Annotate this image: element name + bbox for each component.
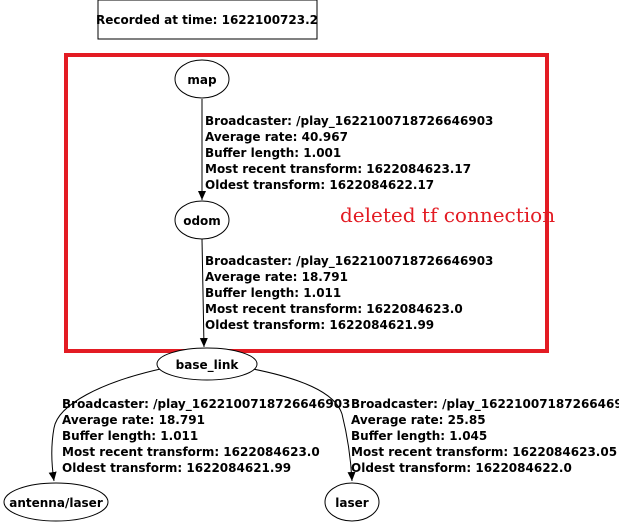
tf-tree-diagram: Recorded at time: 1622100723.2 deleted t…: [3, 0, 619, 522]
buffer-length-text: Buffer length: 1.045: [351, 429, 487, 443]
frame-node-antenna-laser[interactable]: antenna/laser: [3, 482, 109, 522]
average-rate-text: Average rate: 25.85: [351, 413, 486, 427]
deleted-connection-label: deleted tf connection: [340, 203, 555, 227]
most-recent-transform-text: Most recent transform: 1622084623.0: [205, 302, 463, 316]
buffer-length-text: Buffer length: 1.011: [205, 286, 341, 300]
edge-label-base-link-antenna-laser: Broadcaster: /play_1622100718726646903 A…: [62, 397, 350, 475]
frame-label: base_link: [176, 358, 240, 373]
edge-label-base-link-laser: Broadcaster: /play_1622100718726646903 A…: [351, 397, 619, 475]
average-rate-text: Average rate: 18.791: [62, 413, 205, 427]
frame-node-laser[interactable]: laser: [324, 482, 380, 522]
frame-label: map: [187, 73, 217, 87]
buffer-length-text: Buffer length: 1.011: [62, 429, 198, 443]
edge-label-odom-base-link: Broadcaster: /play_1622100718726646903 A…: [205, 254, 493, 332]
broadcaster-text: Broadcaster: /play_1622100718726646903: [205, 254, 493, 269]
edge-odom-base-link: [199, 238, 208, 348]
buffer-length-text: Buffer length: 1.001: [205, 146, 341, 160]
frame-label: odom: [183, 214, 221, 228]
oldest-transform-text: Oldest transform: 1622084621.99: [205, 318, 434, 332]
frame-label: laser: [335, 496, 368, 510]
most-recent-transform-text: Most recent transform: 1622084623.17: [205, 162, 471, 176]
frame-node-map[interactable]: map: [174, 59, 230, 99]
broadcaster-text: Broadcaster: /play_1622100718726646903: [351, 397, 619, 412]
oldest-transform-text: Oldest transform: 1622084622.17: [205, 178, 434, 192]
broadcaster-text: Broadcaster: /play_1622100718726646903: [205, 114, 493, 129]
oldest-transform-text: Oldest transform: 1622084622.0: [351, 461, 572, 475]
frame-node-odom[interactable]: odom: [174, 200, 230, 240]
average-rate-text: Average rate: 40.967: [205, 130, 348, 144]
average-rate-text: Average rate: 18.791: [205, 270, 348, 284]
recorded-time-label: Recorded at time: 1622100723.2: [96, 13, 318, 27]
edge-label-map-odom: Broadcaster: /play_1622100718726646903 A…: [205, 114, 493, 192]
most-recent-transform-text: Most recent transform: 1622084623.05: [351, 445, 617, 459]
frame-label: antenna/laser: [9, 496, 103, 510]
most-recent-transform-text: Most recent transform: 1622084623.0: [62, 445, 320, 459]
oldest-transform-text: Oldest transform: 1622084621.99: [62, 461, 291, 475]
broadcaster-text: Broadcaster: /play_1622100718726646903: [62, 397, 350, 412]
frame-node-base-link[interactable]: base_link: [156, 347, 258, 381]
recorded-time-box: Recorded at time: 1622100723.2: [96, 0, 318, 40]
